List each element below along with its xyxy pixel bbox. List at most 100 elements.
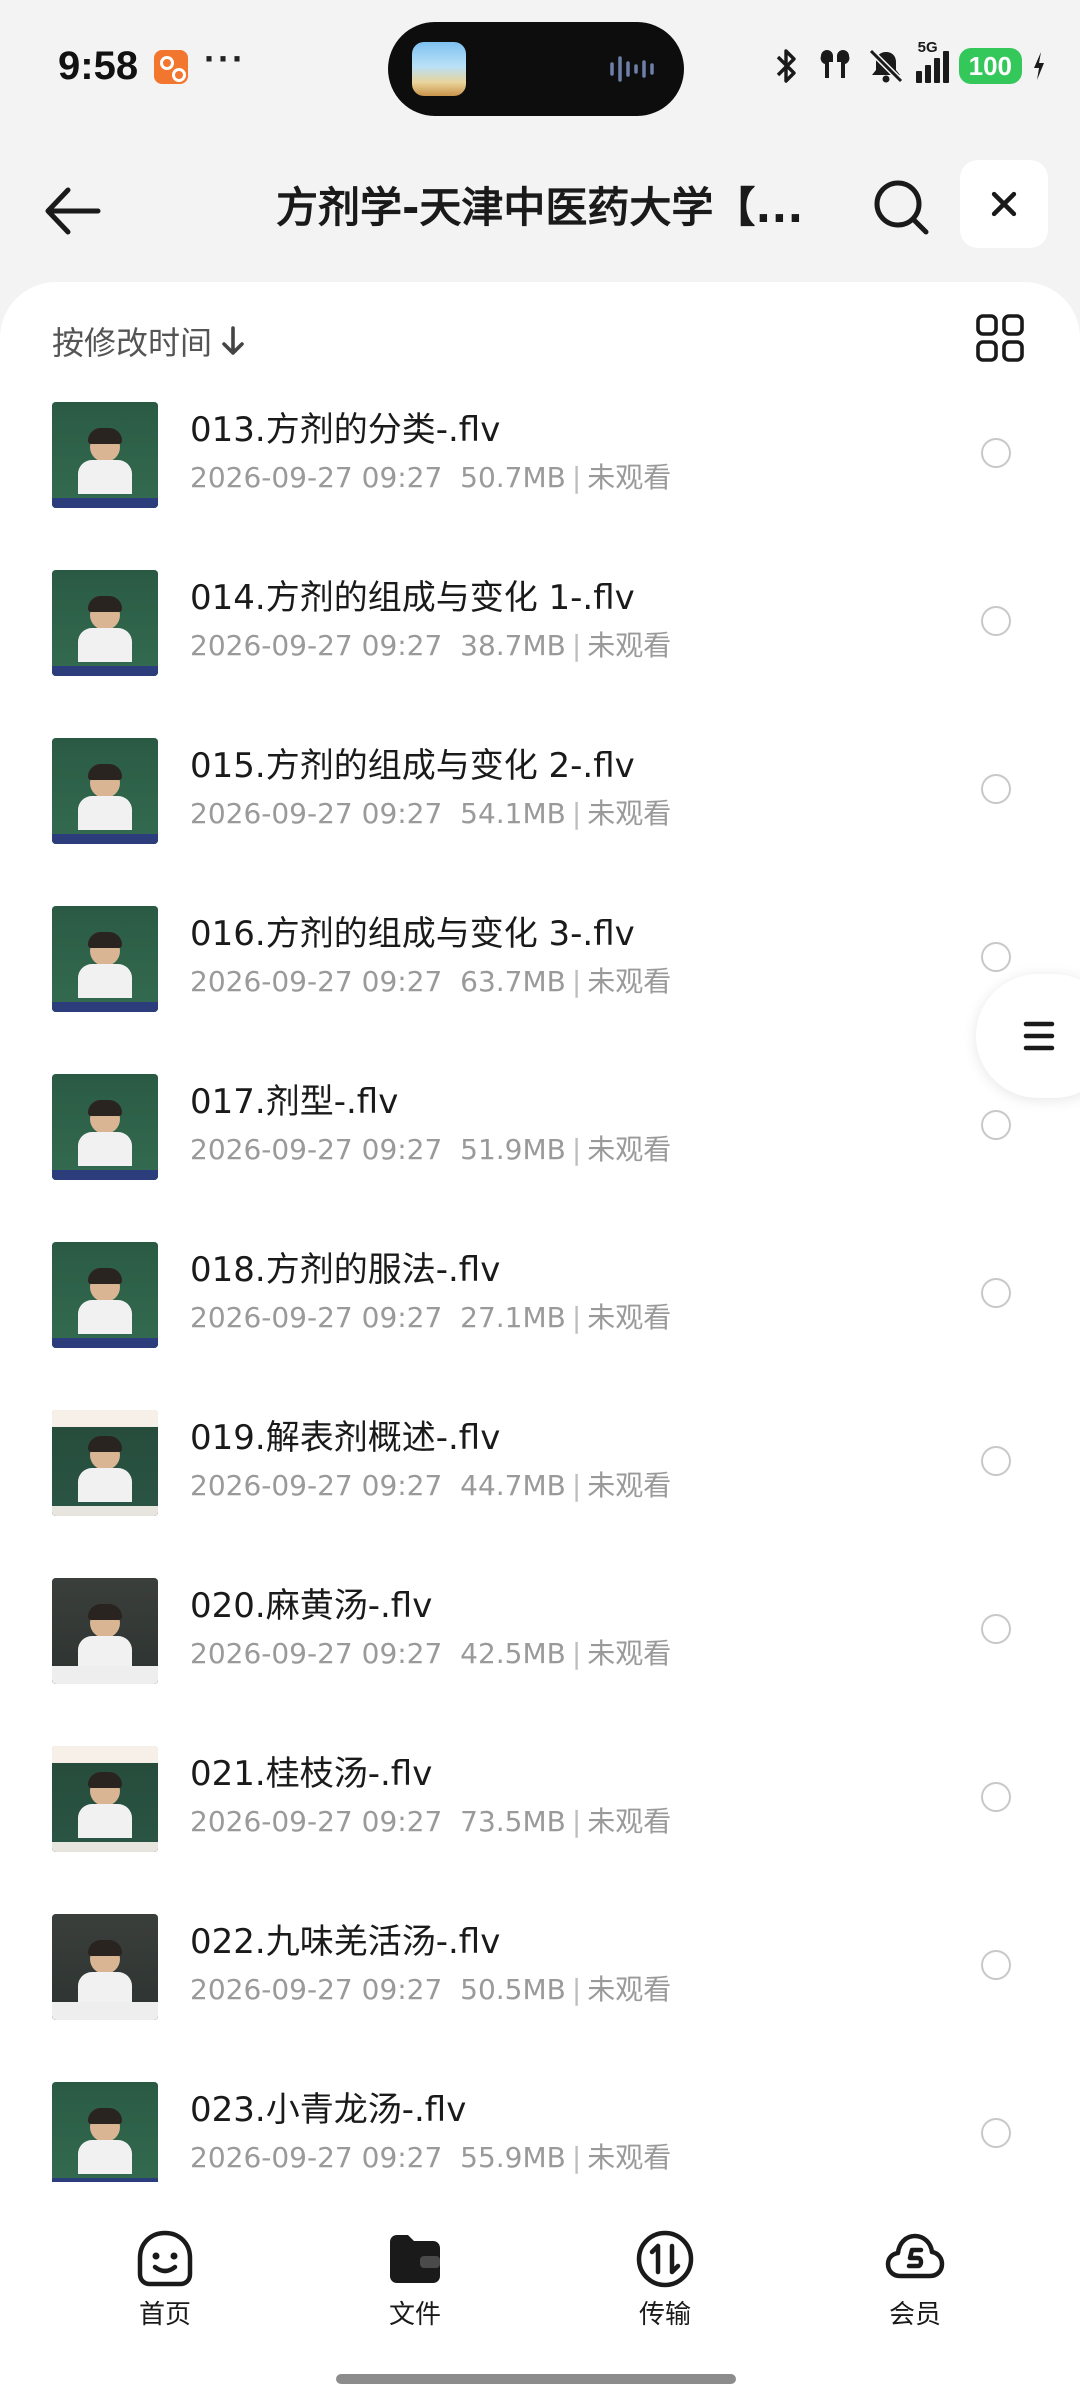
nav-files[interactable]: 文件 <box>345 2228 485 2331</box>
select-checkbox[interactable] <box>981 1110 1011 1140</box>
file-meta: 2026-09-27 09:27 63.7MB | 未观看 <box>190 962 671 1002</box>
file-name: 017.剂型-.flv <box>190 1082 399 1122</box>
watch-status: 未观看 <box>587 1133 672 1166</box>
video-thumbnail[interactable] <box>52 1410 158 1516</box>
select-checkbox[interactable] <box>981 1950 1011 1980</box>
select-checkbox[interactable] <box>981 2118 1011 2148</box>
meta-separator: | <box>571 1133 582 1166</box>
file-size: 55.9MB <box>460 2141 566 2174</box>
video-thumbnail[interactable] <box>52 1914 158 2020</box>
file-size: 44.7MB <box>460 1469 566 1502</box>
sort-selector[interactable]: 按修改时间 <box>52 316 246 366</box>
home-face-icon <box>137 2230 193 2287</box>
file-meta: 2026-09-27 09:27 50.7MB | 未观看 <box>190 458 671 498</box>
thumb-desk <box>52 666 158 676</box>
watch-status: 未观看 <box>587 1637 672 1670</box>
file-row[interactable]: 013.方剂的分类-.flv 2026-09-27 09:27 50.7MB | 未观… <box>0 386 1080 554</box>
file-row[interactable]: 017.剂型-.flv 2026-09-27 09:27 51.9MB | 未观看 <box>0 1058 1080 1226</box>
earbuds-icon <box>820 50 850 78</box>
thumb-desk <box>52 1506 158 1516</box>
video-thumbnail[interactable] <box>52 2082 158 2182</box>
select-checkbox[interactable] <box>981 774 1011 804</box>
file-row[interactable]: 021.桂枝汤-.flv 2026-09-27 09:27 73.5MB | 未观看 <box>0 1730 1080 1898</box>
meta-separator: | <box>571 1469 582 1502</box>
file-meta: 2026-09-27 09:27 38.7MB | 未观看 <box>190 626 671 666</box>
file-name: 013.方剂的分类-.flv <box>190 410 501 450</box>
file-date: 2026-09-27 09:27 <box>190 629 443 662</box>
file-meta: 2026-09-27 09:27 73.5MB | 未观看 <box>190 1802 671 1842</box>
file-row[interactable]: 016.方剂的组成与变化 3-.flv 2026-09-27 09:27 63.7… <box>0 890 1080 1058</box>
watch-status: 未观看 <box>587 1469 672 1502</box>
file-row[interactable]: 023.小青龙汤-.flv 2026-09-27 09:27 55.9MB | 未观看 <box>0 2066 1080 2182</box>
thumb-person-body <box>78 460 132 494</box>
thumb-person-head <box>88 932 122 966</box>
video-thumbnail[interactable] <box>52 570 158 676</box>
watch-status: 未观看 <box>587 461 672 494</box>
meta-separator: | <box>571 797 582 830</box>
watch-status: 未观看 <box>587 1973 672 2006</box>
header: 方剂学-天津中医药大学【... <box>0 150 1080 270</box>
file-row[interactable]: 018.方剂的服法-.flv 2026-09-27 09:27 27.1MB | 未观… <box>0 1226 1080 1394</box>
status-time: 9:58 <box>58 44 139 88</box>
video-thumbnail[interactable] <box>52 1074 158 1180</box>
dynamic-island[interactable] <box>388 22 684 116</box>
file-size: 51.9MB <box>460 1133 566 1166</box>
file-date: 2026-09-27 09:27 <box>190 1973 443 2006</box>
video-thumbnail[interactable] <box>52 1578 158 1684</box>
select-checkbox[interactable] <box>981 1278 1011 1308</box>
file-list-panel: 按修改时间 013.方剂的分类-.flv 2026-09-27 09:27 50.… <box>0 282 1080 2182</box>
file-date: 2026-09-27 09:27 <box>190 1301 443 1334</box>
file-row[interactable]: 014.方剂的组成与变化 1-.flv 2026-09-27 09:27 38.7… <box>0 554 1080 722</box>
nav-home[interactable]: 首页 <box>95 2228 235 2331</box>
file-meta: 2026-09-27 09:27 44.7MB | 未观看 <box>190 1466 671 1506</box>
file-meta: 2026-09-27 09:27 54.1MB | 未观看 <box>190 794 671 834</box>
file-meta: 2026-09-27 09:27 55.9MB | 未观看 <box>190 2138 671 2178</box>
file-size: 50.5MB <box>460 1973 566 2006</box>
video-thumbnail[interactable] <box>52 738 158 844</box>
file-row[interactable]: 022.九味羌活汤-.flv 2026-09-27 09:27 50.5MB | 未观… <box>0 1898 1080 2066</box>
file-row[interactable]: 019.解表剂概述-.flv 2026-09-27 09:27 44.7MB | 未观… <box>0 1394 1080 1562</box>
file-meta: 2026-09-27 09:27 42.5MB | 未观看 <box>190 1634 671 1674</box>
file-date: 2026-09-27 09:27 <box>190 1133 443 1166</box>
nav-transfer[interactable]: 传输 <box>595 2228 735 2331</box>
file-date: 2026-09-27 09:27 <box>190 965 443 998</box>
nav-vip-label: 会员 <box>888 2300 941 2330</box>
file-size: 42.5MB <box>460 1637 566 1670</box>
thumb-banner <box>52 1410 158 1426</box>
file-size: 38.7MB <box>460 629 566 662</box>
file-name: 019.解表剂概述-.flv <box>190 1418 501 1458</box>
thumb-person-body <box>78 1636 132 1670</box>
close-button[interactable] <box>960 160 1048 248</box>
meta-separator: | <box>571 1301 582 1334</box>
thumb-person-head <box>88 1940 122 1974</box>
select-checkbox[interactable] <box>981 942 1011 972</box>
thumb-person-body <box>78 1972 132 2006</box>
video-thumbnail[interactable] <box>52 402 158 508</box>
home-indicator[interactable] <box>336 2374 736 2384</box>
file-name: 016.方剂的组成与变化 3-.flv <box>190 914 635 954</box>
bottom-navigation: 首页 文件 传输 会员 <box>0 2182 1080 2400</box>
grid-view-icon[interactable] <box>974 312 1026 364</box>
watch-status: 未观看 <box>587 965 672 998</box>
island-app-icon <box>412 42 466 96</box>
file-row[interactable]: 020.麻黄汤-.flv 2026-09-27 09:27 42.5MB | 未观看 <box>0 1562 1080 1730</box>
video-thumbnail[interactable] <box>52 906 158 1012</box>
file-date: 2026-09-27 09:27 <box>190 2141 443 2174</box>
video-thumbnail[interactable] <box>52 1242 158 1348</box>
select-checkbox[interactable] <box>981 1446 1011 1476</box>
network-type: 5G <box>917 39 938 56</box>
select-checkbox[interactable] <box>981 1782 1011 1812</box>
select-checkbox[interactable] <box>981 438 1011 468</box>
file-date: 2026-09-27 09:27 <box>190 461 443 494</box>
file-row[interactable]: 015.方剂的组成与变化 2-.flv 2026-09-27 09:27 54.1… <box>0 722 1080 890</box>
file-name: 020.麻黄汤-.flv <box>190 1586 433 1626</box>
arrow-left-icon[interactable] <box>38 176 108 246</box>
file-date: 2026-09-27 09:27 <box>190 797 443 830</box>
video-thumbnail[interactable] <box>52 1746 158 1852</box>
nav-vip[interactable]: 会员 <box>845 2228 985 2331</box>
select-checkbox[interactable] <box>981 1614 1011 1644</box>
status-more-indicator: ··· <box>204 38 246 79</box>
watch-status: 未观看 <box>587 1301 672 1334</box>
search-icon[interactable] <box>866 172 936 242</box>
select-checkbox[interactable] <box>981 606 1011 636</box>
